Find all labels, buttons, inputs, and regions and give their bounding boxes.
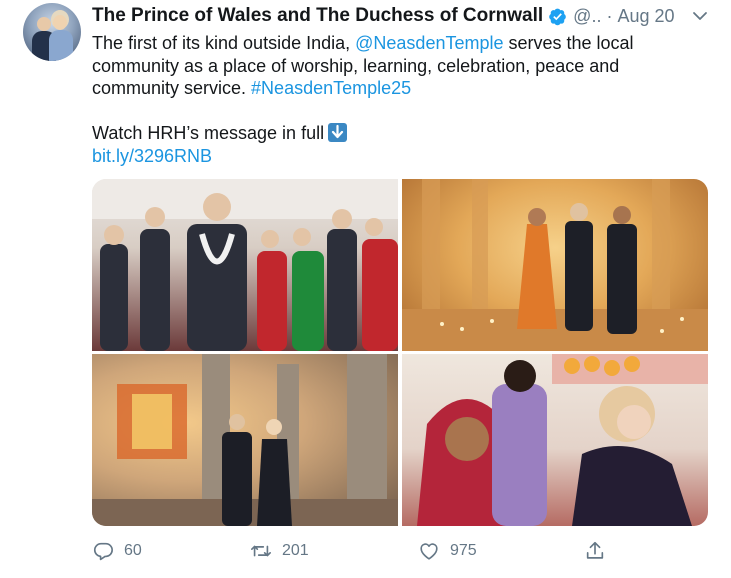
tweet-text-line-5: Watch HRH’s message in full <box>92 122 712 145</box>
heart-icon <box>420 543 438 560</box>
watch-text: Watch HRH’s message in full <box>92 123 325 143</box>
reply-button[interactable]: 60 <box>92 538 142 564</box>
chevron-down-icon[interactable] <box>692 10 708 22</box>
avatar-figure-1 <box>37 17 51 31</box>
text-fragment: serves the local <box>503 33 634 53</box>
tweet-text-line-2: community as a place of worship, learnin… <box>92 55 620 76</box>
retweet-button[interactable]: 201 <box>250 538 309 564</box>
retweet-icon <box>251 545 271 557</box>
like-button[interactable]: 975 <box>418 538 477 564</box>
avatar-figure-2 <box>53 15 67 30</box>
url-link[interactable]: bit.ly/3296RNB <box>92 146 212 166</box>
like-count: 975 <box>450 542 477 559</box>
reply-icon <box>93 542 113 561</box>
photo-1[interactable] <box>92 179 398 351</box>
tweet-date[interactable]: Aug 20 <box>617 6 674 27</box>
reply-count: 60 <box>124 542 142 559</box>
text-fragment: community service. <box>92 78 252 98</box>
photo-2[interactable] <box>402 179 708 351</box>
share-button[interactable] <box>584 538 606 564</box>
author-name[interactable]: The Prince of Wales and The Duchess of C… <box>92 5 543 27</box>
text-fragment: The first of its kind outside India, <box>92 33 356 53</box>
avatar-figure-2-body <box>49 30 73 61</box>
avatar[interactable] <box>23 3 81 61</box>
photo-3[interactable] <box>92 354 398 526</box>
hashtag-link[interactable]: #NeasdenTemple25 <box>251 78 411 98</box>
tweet-header: The Prince of Wales and The Duchess of C… <box>92 4 675 28</box>
tweet-actions: 60 201 975 <box>92 538 622 564</box>
tweet-text-line-3: community service. #NeasdenTemple25 <box>92 77 712 100</box>
author-handle[interactable]: @.. <box>573 6 601 27</box>
verified-badge-icon <box>549 8 566 25</box>
media-grid <box>92 179 708 526</box>
tweet-text-line-1: The first of its kind outside India, @Ne… <box>92 32 712 55</box>
tweet-text: The first of its kind outside India, @Ne… <box>92 32 712 167</box>
tweet[interactable]: The Prince of Wales and The Duchess of C… <box>0 0 731 578</box>
mention-link[interactable]: @NeasdenTemple <box>355 33 503 53</box>
separator-dot: · <box>606 5 613 26</box>
url-line: bit.ly/3296RNB <box>92 145 712 168</box>
retweet-count: 201 <box>282 542 309 559</box>
share-icon <box>586 541 604 559</box>
photo-4[interactable] <box>402 354 708 526</box>
down-arrow-emoji <box>328 123 348 142</box>
